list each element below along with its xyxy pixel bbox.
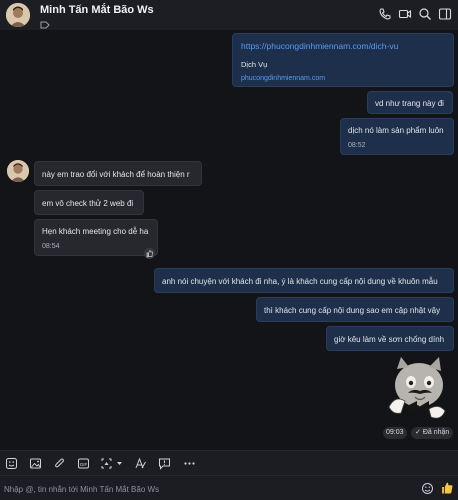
phone-icon[interactable] bbox=[378, 7, 392, 21]
message-input[interactable] bbox=[4, 482, 404, 496]
message-time: 08:52 bbox=[348, 142, 366, 149]
message-bubble-incoming[interactable]: này em trao đổi với khách để hoàn thiện … bbox=[34, 161, 202, 186]
delivery-status: ✓ Đã nhận bbox=[411, 427, 454, 439]
sender-avatar[interactable] bbox=[7, 160, 29, 182]
more-icon[interactable] bbox=[183, 457, 196, 470]
text-format-icon[interactable] bbox=[134, 457, 147, 470]
link-url[interactable]: https://phucongdinhmiennam.com/dich-vu bbox=[241, 41, 445, 52]
search-icon[interactable] bbox=[418, 7, 432, 21]
gif-icon[interactable]: GIF bbox=[77, 457, 90, 470]
chat-header: Minh Tấn Mắt Bão Ws bbox=[0, 0, 458, 30]
message-text: thì khách cung cấp nội dung sao em cập n… bbox=[264, 306, 441, 315]
link-domain[interactable]: phucongdinhmiennam.com bbox=[241, 73, 445, 84]
message-bubble-incoming[interactable]: em vô check thử 2 web đi bbox=[34, 190, 144, 215]
contact-avatar[interactable] bbox=[6, 3, 30, 27]
emoji-icon[interactable] bbox=[421, 482, 434, 495]
message-text: em vô check thử 2 web đi bbox=[42, 199, 134, 208]
attachment-icon[interactable] bbox=[53, 457, 66, 470]
message-text: này em trao đổi với khách để hoàn thiện … bbox=[42, 170, 190, 179]
message-text: anh nói chuyện với khách đi nha, ý là kh… bbox=[162, 277, 438, 286]
double-check-icon: ✓ bbox=[415, 429, 423, 436]
quick-like-icon[interactable] bbox=[440, 481, 454, 495]
message-composer bbox=[0, 475, 458, 500]
image-icon[interactable] bbox=[29, 457, 42, 470]
svg-text:GIF: GIF bbox=[80, 462, 88, 467]
message-bubble-incoming[interactable]: Hẹn khách meeting cho dễ ha 08:54 bbox=[34, 219, 158, 259]
message-time: 09:03 bbox=[383, 427, 407, 439]
video-call-icon[interactable] bbox=[398, 7, 412, 21]
screenshot-icon[interactable] bbox=[100, 457, 126, 470]
message-text: dịch nó làm sản phẩm luôn bbox=[348, 126, 444, 135]
quick-reply-icon[interactable] bbox=[158, 457, 171, 470]
sidebar-toggle-icon[interactable] bbox=[438, 7, 452, 21]
message-bubble-outgoing[interactable]: giờ kêu làm về sơn chống dính bbox=[326, 326, 454, 351]
message-bubble-outgoing[interactable]: vd như trang này đi bbox=[367, 91, 453, 114]
delivery-status-label: Đã nhận bbox=[422, 429, 450, 436]
message-text: Hẹn khách meeting cho dễ ha bbox=[42, 227, 149, 236]
message-bubble-outgoing[interactable]: dịch nó làm sản phẩm luôn 08:52 bbox=[340, 118, 454, 155]
link-preview-message[interactable]: https://phucongdinhmiennam.com/dich-vu D… bbox=[232, 33, 454, 87]
message-time: 08:54 bbox=[42, 243, 60, 250]
link-title: Dịch Vụ bbox=[241, 60, 268, 69]
chat-title[interactable]: Minh Tấn Mắt Bão Ws bbox=[40, 4, 154, 16]
cat-sticker[interactable] bbox=[383, 355, 449, 425]
like-reaction-icon[interactable] bbox=[144, 248, 155, 259]
sticker-icon[interactable] bbox=[5, 457, 18, 470]
message-bubble-outgoing[interactable]: thì khách cung cấp nội dung sao em cập n… bbox=[256, 297, 454, 322]
label-tag-icon[interactable] bbox=[40, 18, 50, 29]
message-text: giờ kêu làm về sơn chống dính bbox=[334, 335, 445, 344]
message-text: vd như trang này đi bbox=[375, 99, 444, 108]
composer-toolbar: GIF bbox=[0, 450, 458, 475]
message-bubble-outgoing[interactable]: anh nói chuyện với khách đi nha, ý là kh… bbox=[154, 268, 454, 293]
